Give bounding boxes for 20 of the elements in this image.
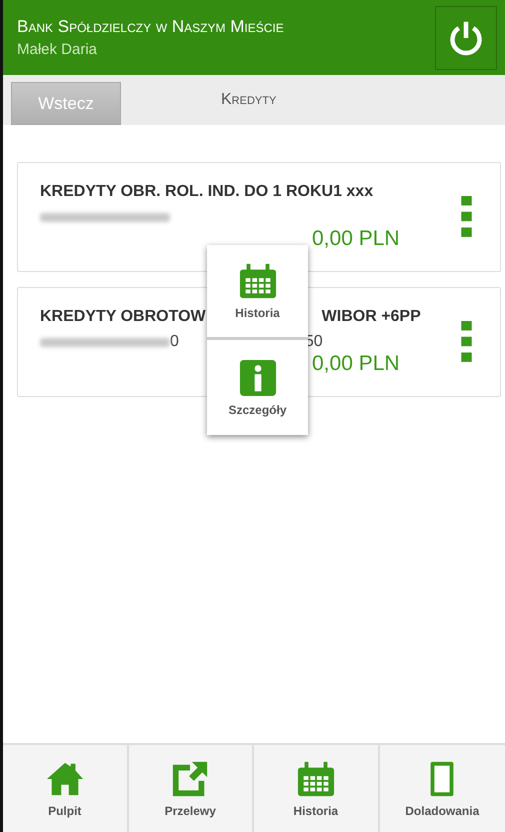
account-card[interactable]: KREDYTY OBR. ROL. IND. DO 1 ROKU1 xxx 0,00 PLN <box>17 162 501 272</box>
logout-button[interactable] <box>435 6 497 70</box>
calendar-icon <box>296 760 335 798</box>
more-menu-icon[interactable] <box>461 196 472 238</box>
bank-name: Bank Spółdzielczy w Naszym Mieście <box>17 17 284 37</box>
power-icon <box>448 20 484 56</box>
account-name: WIBOR +6PP <box>322 308 421 326</box>
calendar-icon <box>238 262 276 300</box>
menu-item[interactable]: Szczegóły <box>207 340 308 435</box>
account-name: KREDYTY OBROTOW <box>40 308 206 326</box>
user-name: Małek Daria <box>17 41 98 58</box>
account-name: KREDYTY OBR. ROL. IND. DO 1 ROKU1 xxx <box>40 183 374 201</box>
more-menu-icon[interactable] <box>461 321 472 363</box>
balance: 0,00 PLN <box>312 352 400 376</box>
menu-item[interactable]: Historia <box>207 245 308 340</box>
account-number: 0 <box>170 333 179 351</box>
info-icon <box>238 358 276 396</box>
share-arrow-icon <box>171 760 210 798</box>
balance: 0,00 PLN <box>312 227 400 251</box>
page-title: Kredyty <box>221 91 276 109</box>
